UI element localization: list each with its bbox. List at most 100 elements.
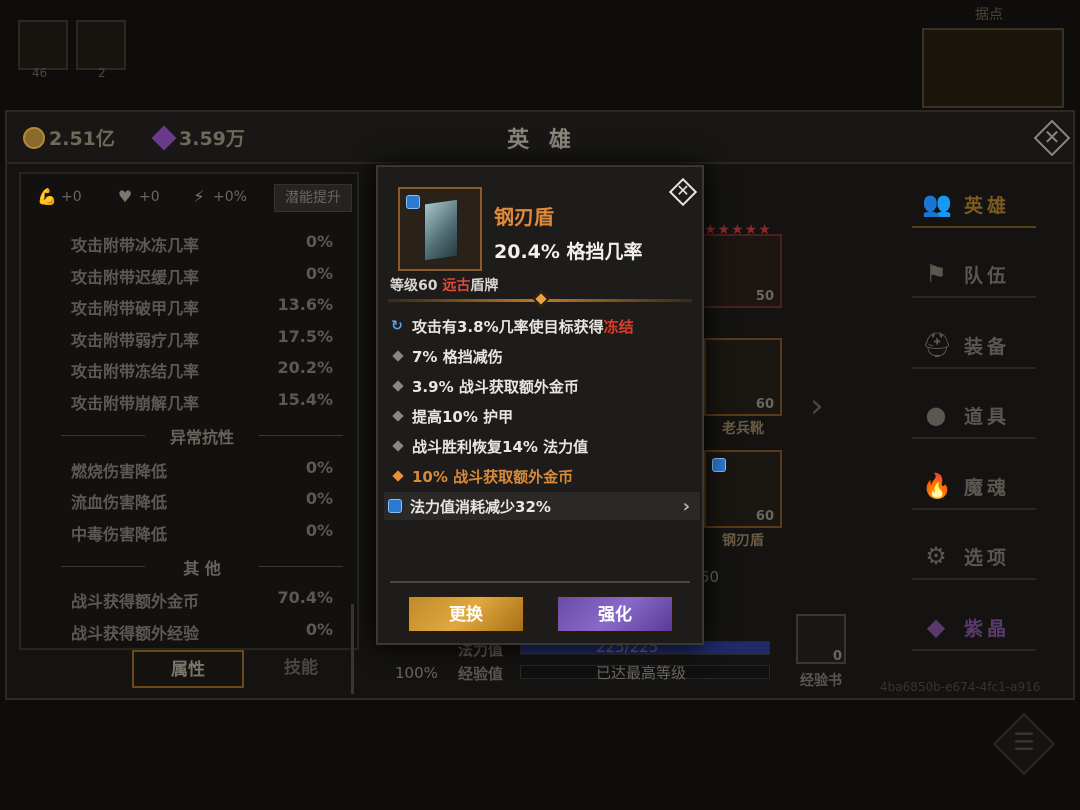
exp-book-count: 0 <box>832 649 842 664</box>
nav-item-equipment[interactable]: ⛑ 装备 <box>912 323 1036 369</box>
rune-badge-icon <box>712 458 726 472</box>
bullet-diamond-icon <box>392 350 404 362</box>
hero-portrait[interactable]: 50 <box>702 234 782 308</box>
exp-book-slot[interactable]: 0 <box>796 614 846 664</box>
attr-value: 17.5% <box>277 327 333 346</box>
bg-map-label: 据点 <box>975 7 1003 23</box>
item-icon-frame <box>398 187 482 271</box>
tab-attributes[interactable]: 属性 <box>132 650 244 688</box>
nav-item-hero[interactable]: 👥 英雄 <box>912 182 1036 228</box>
exp-book-label: 经验书 <box>800 673 842 689</box>
helmet-icon: ⛑ <box>922 331 953 359</box>
nav-label: 选项 <box>964 546 1011 569</box>
attr-row: 攻击附带迟缓几率 0% <box>71 264 333 288</box>
attr-value: 70.4% <box>277 588 333 607</box>
nav-label: 道具 <box>964 405 1011 428</box>
boots-slot[interactable]: 60 <box>704 338 782 416</box>
shield-slot[interactable]: 60 <box>704 450 782 528</box>
affix-text: 10% 战斗获取额外金币 <box>412 467 574 486</box>
attr-row: 战斗获得额外经验 0% <box>71 620 333 644</box>
potential-upgrade-button[interactable]: 潜能提升 <box>274 184 352 212</box>
nav-label: 紫晶 <box>964 617 1011 640</box>
tab-skills[interactable]: 技能 <box>245 650 357 688</box>
affix-row: 7% 格挡减伤 <box>390 342 694 370</box>
rune-badge-icon <box>388 499 402 513</box>
attr-name: 攻击附带崩解几率 <box>71 394 200 413</box>
percent-label: 100% <box>395 664 438 682</box>
attr-value: 0% <box>305 620 333 639</box>
attr-name: 攻击附带迟缓几率 <box>71 268 200 287</box>
attr-row: 中毒伤害降低 0% <box>71 521 333 545</box>
bg-minimap <box>922 28 1064 108</box>
hero-level: 50 <box>755 289 774 304</box>
attr-value: 0% <box>305 232 333 251</box>
affix-prefix: 攻击有3.8%几率使目标获得 <box>412 317 604 336</box>
attr-name: 攻击附带破甲几率 <box>71 299 200 318</box>
lightning-icon: ⚡ <box>193 187 205 206</box>
attr-row: 燃烧伤害降低 0% <box>71 458 333 482</box>
shield-level: 60 <box>755 509 774 524</box>
divider <box>390 581 690 583</box>
nav-label: 队伍 <box>964 264 1011 287</box>
purple-crystal-icon <box>151 125 177 150</box>
nav-label: 装备 <box>964 335 1011 358</box>
nav-item-team[interactable]: ⚑ 队伍 <box>912 252 1036 298</box>
health-stat: ♥ +0 <box>115 188 160 206</box>
affix-text: 7% 格挡减伤 <box>412 347 503 366</box>
affix-text: 攻击有3.8%几率使目标获得冻结 <box>412 316 634 337</box>
enhance-button[interactable]: 强化 <box>556 595 674 633</box>
attr-row: 战斗获得额外金币 70.4% <box>71 588 333 612</box>
gold-amount: 2.51亿 <box>49 128 115 150</box>
affix-row: 3.9% 战斗获取额外金币 <box>390 372 694 400</box>
shield-item-icon <box>424 198 458 262</box>
attr-row: 流血伤害降低 0% <box>71 489 333 513</box>
nav-item-soul[interactable]: 🔥 魔魂 <box>912 464 1036 510</box>
boots-level: 60 <box>755 397 774 412</box>
popup-close-button[interactable]: ✕ <box>666 175 700 209</box>
attr-row: 攻击附带冰冻几率 0% <box>71 232 333 256</box>
affix-text: 提高10% 护甲 <box>412 407 514 426</box>
attr-value: 13.6% <box>277 295 333 314</box>
crystal-icon: ◆ <box>926 613 946 641</box>
section-header-other: 其 他 <box>61 555 343 579</box>
chevron-right-icon: › <box>682 495 690 517</box>
bg-skill-count: 2 <box>98 66 106 80</box>
exp-value: 已达最高等级 <box>596 664 687 682</box>
affix-row-freeze: ↻ 攻击有3.8%几率使目标获得冻结 <box>390 312 694 340</box>
attr-name: 燃烧伤害降低 <box>71 462 168 481</box>
attr-name: 流血伤害降低 <box>71 493 168 512</box>
affix-text: 3.9% 战斗获取额外金币 <box>412 377 579 396</box>
attr-value: 0% <box>305 489 333 508</box>
bg-skill-slot <box>76 20 126 70</box>
heroes-icon: 👥 <box>922 190 952 218</box>
item-detail-popup: 钢刃盾 20.4% 格挡几率 ✕ 等级60 远古盾牌 ↻ 攻击有3.8%几率使目… <box>376 165 704 645</box>
nav-label: 英雄 <box>964 194 1011 217</box>
item-meta: 等级60 远古盾牌 <box>390 275 498 295</box>
crystal-amount: 3.59万 <box>179 128 245 150</box>
attr-value: 20.2% <box>277 358 333 377</box>
replace-button[interactable]: 更换 <box>407 595 525 633</box>
bullet-diamond-icon <box>392 410 404 422</box>
menu-button[interactable]: ☰ <box>992 712 1056 776</box>
hero-id-text: 4ba6850b-e674-4fc1-a916 <box>880 680 1041 694</box>
item-main-stat: 20.4% 格挡几率 <box>494 241 643 263</box>
refresh-icon: ↻ <box>391 318 403 334</box>
attr-name: 战斗获得额外金币 <box>71 592 200 611</box>
nav-item-items[interactable]: ● 道具 <box>912 393 1036 439</box>
flame-icon: 🔥 <box>922 472 952 500</box>
nav-label: 魔魂 <box>964 476 1011 499</box>
rune-badge-icon <box>406 195 420 209</box>
shield-name: 钢刃盾 <box>722 533 764 549</box>
flag-icon: ⚑ <box>925 260 947 288</box>
affix-text: 法力值消耗减少32% <box>410 497 551 516</box>
power-stat-value: +0 <box>61 189 82 205</box>
section-header-resist: 异常抗性 <box>61 424 343 448</box>
gold-coin-icon <box>23 126 45 149</box>
nav-item-options[interactable]: ⚙ 选项 <box>912 534 1036 580</box>
nav-item-crystal[interactable]: ◆ 紫晶 <box>912 605 1036 651</box>
power-stat: 💪 +0 <box>37 188 82 206</box>
rune-affix-row[interactable]: 法力值消耗减少32% › <box>384 492 700 520</box>
window-close-button[interactable]: ✕ <box>1033 119 1071 157</box>
arm-strength-icon: 💪 <box>37 187 57 206</box>
next-hero-arrow-icon[interactable]: › <box>810 386 824 426</box>
